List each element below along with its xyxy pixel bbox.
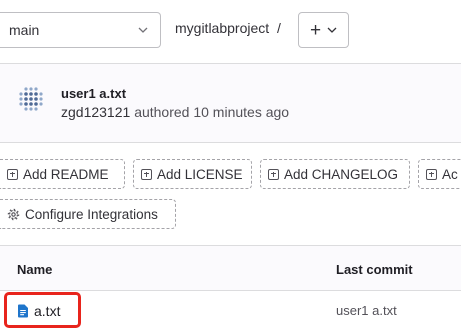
add-readme-button[interactable]: Add README [0, 159, 125, 189]
chevron-down-icon [327, 27, 337, 33]
gear-icon [7, 208, 20, 220]
commit-meta: zgd123121 authored 10 minutes ago [61, 104, 289, 120]
file-last-commit-link[interactable]: user1 a.txt [336, 303, 397, 318]
avatar [19, 87, 43, 111]
highlight-box [4, 292, 81, 328]
breadcrumb: mygitlabproject / [175, 20, 281, 36]
commit-title-link[interactable]: user1 a.txt [61, 86, 126, 101]
column-header-last-commit: Last commit [336, 262, 413, 277]
column-header-name: Name [17, 262, 53, 277]
add-license-button[interactable]: Add LICENSE [133, 159, 252, 189]
add-to-tree-button[interactable]: + [298, 12, 349, 48]
commit-author-link[interactable]: zgd123121 [61, 104, 130, 120]
add-changelog-button[interactable]: Add CHANGELOG [260, 159, 410, 189]
add-readme-label: Add README [23, 166, 109, 182]
add-changelog-label: Add CHANGELOG [284, 166, 399, 182]
plus-square-icon [268, 168, 279, 180]
plus-square-icon [141, 168, 152, 180]
last-commit-panel [0, 63, 461, 143]
chevron-down-icon [138, 27, 148, 33]
breadcrumb-project-link[interactable]: mygitlabproject [175, 20, 269, 36]
breadcrumb-separator: / [277, 20, 281, 36]
add-contributing-button[interactable]: Ac [418, 159, 461, 189]
branch-name: main [9, 22, 40, 38]
configure-integrations-label: Configure Integrations [25, 206, 158, 222]
plus-icon: + [309, 19, 322, 41]
branch-dropdown[interactable]: main [0, 12, 161, 48]
add-contributing-label: Ac [442, 166, 458, 182]
configure-integrations-button[interactable]: Configure Integrations [0, 199, 176, 229]
plus-square-icon [7, 168, 18, 180]
add-license-label: Add LICENSE [157, 166, 243, 182]
commit-time: authored 10 minutes ago [134, 104, 290, 120]
plus-square-icon [426, 168, 437, 180]
